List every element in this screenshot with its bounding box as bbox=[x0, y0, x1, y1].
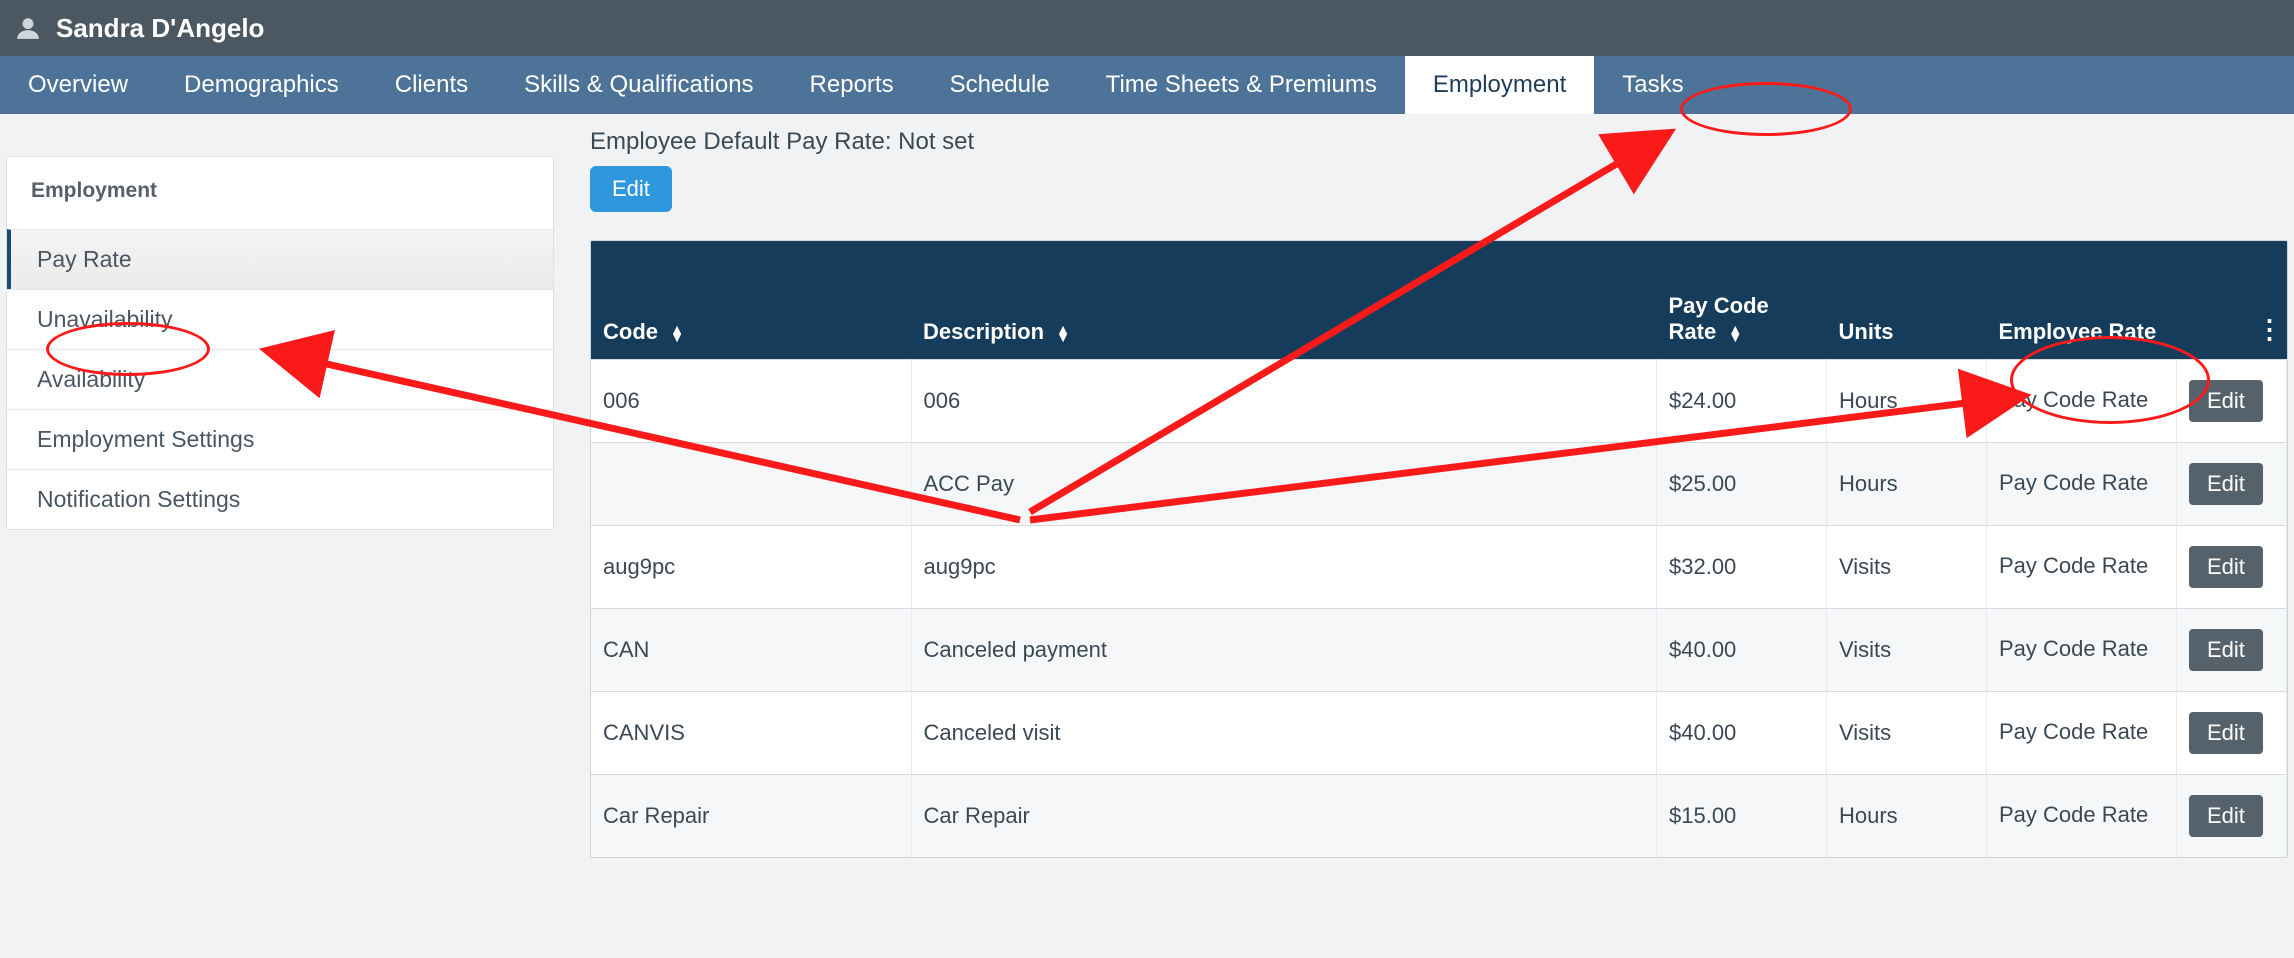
cell-code: 006 bbox=[591, 359, 911, 442]
tab-overview[interactable]: Overview bbox=[0, 56, 156, 114]
row-edit-button[interactable]: Edit bbox=[2189, 380, 2263, 422]
sidebar-item-unavailability[interactable]: Unavailability bbox=[7, 289, 553, 349]
edit-default-rate-button[interactable]: Edit bbox=[590, 166, 672, 212]
tab-demographics[interactable]: Demographics bbox=[156, 56, 367, 114]
cell-employee-rate: Pay Code Rate bbox=[1987, 359, 2177, 442]
cell-description: Car Repair bbox=[911, 774, 1657, 857]
cell-employee-rate: Pay Code Rate bbox=[1987, 691, 2177, 774]
cell-units: Hours bbox=[1827, 359, 1987, 442]
cell-code bbox=[591, 442, 911, 525]
cell-rate: $25.00 bbox=[1657, 442, 1827, 525]
row-edit-button[interactable]: Edit bbox=[2189, 546, 2263, 588]
sidebar-item-notification-settings[interactable]: Notification Settings bbox=[7, 469, 553, 529]
table-row: 006006$24.00HoursPay Code RateEdit bbox=[591, 359, 2287, 442]
cell-rate: $40.00 bbox=[1657, 608, 1827, 691]
cell-rate: $40.00 bbox=[1657, 691, 1827, 774]
col-employee-rate: Employee Rate bbox=[1987, 241, 2177, 359]
cell-code: Car Repair bbox=[591, 774, 911, 857]
user-name: Sandra D'Angelo bbox=[56, 13, 264, 44]
col-pay-code-rate[interactable]: Pay Code Rate ▲▼ bbox=[1657, 241, 1827, 359]
tab-tasks[interactable]: Tasks bbox=[1594, 56, 1711, 114]
tab-clients[interactable]: Clients bbox=[367, 56, 496, 114]
col-description[interactable]: Description ▲▼ bbox=[911, 241, 1657, 359]
user-icon bbox=[14, 14, 42, 42]
default-pay-rate-text: Employee Default Pay Rate: Not set bbox=[590, 128, 2288, 156]
cell-description: Canceled payment bbox=[911, 608, 1657, 691]
top-bar: Sandra D'Angelo bbox=[0, 0, 2294, 56]
row-edit-button[interactable]: Edit bbox=[2189, 463, 2263, 505]
tab-employment[interactable]: Employment bbox=[1405, 56, 1594, 114]
sidebar-item-pay-rate[interactable]: Pay Rate bbox=[7, 229, 553, 289]
cell-employee-rate: Pay Code Rate bbox=[1987, 608, 2177, 691]
cell-code: CANVIS bbox=[591, 691, 911, 774]
cell-action: Edit bbox=[2177, 359, 2287, 442]
sidebar-title: Employment bbox=[7, 157, 553, 229]
tab-skills-qualifications[interactable]: Skills & Qualifications bbox=[496, 56, 781, 114]
table-row: Car RepairCar Repair$15.00HoursPay Code … bbox=[591, 774, 2287, 857]
table-menu-icon[interactable]: ⋮ bbox=[2177, 241, 2287, 359]
cell-units: Visits bbox=[1827, 608, 1987, 691]
row-edit-button[interactable]: Edit bbox=[2189, 712, 2263, 754]
cell-employee-rate: Pay Code Rate bbox=[1987, 442, 2177, 525]
cell-action: Edit bbox=[2177, 774, 2287, 857]
tab-time-sheets-premiums[interactable]: Time Sheets & Premiums bbox=[1078, 56, 1405, 114]
cell-units: Hours bbox=[1827, 774, 1987, 857]
cell-units: Visits bbox=[1827, 525, 1987, 608]
cell-rate: $32.00 bbox=[1657, 525, 1827, 608]
cell-description: 006 bbox=[911, 359, 1657, 442]
sort-icon: ▲▼ bbox=[1056, 325, 1070, 341]
pay-rate-table: Code ▲▼ Description ▲▼ Pay Code Rate ▲▼ … bbox=[591, 241, 2287, 857]
cell-action: Edit bbox=[2177, 608, 2287, 691]
sidebar-item-employment-settings[interactable]: Employment Settings bbox=[7, 409, 553, 469]
cell-rate: $15.00 bbox=[1657, 774, 1827, 857]
cell-code: aug9pc bbox=[591, 525, 911, 608]
col-code[interactable]: Code ▲▼ bbox=[591, 241, 911, 359]
sidebar-item-availability[interactable]: Availability bbox=[7, 349, 553, 409]
table-row: CANCanceled payment$40.00VisitsPay Code … bbox=[591, 608, 2287, 691]
cell-description: ACC Pay bbox=[911, 442, 1657, 525]
cell-action: Edit bbox=[2177, 525, 2287, 608]
table-row: CANVISCanceled visit$40.00VisitsPay Code… bbox=[591, 691, 2287, 774]
row-edit-button[interactable]: Edit bbox=[2189, 629, 2263, 671]
row-edit-button[interactable]: Edit bbox=[2189, 795, 2263, 837]
cell-description: Canceled visit bbox=[911, 691, 1657, 774]
cell-employee-rate: Pay Code Rate bbox=[1987, 525, 2177, 608]
cell-units: Visits bbox=[1827, 691, 1987, 774]
sort-icon: ▲▼ bbox=[670, 325, 684, 341]
cell-units: Hours bbox=[1827, 442, 1987, 525]
cell-action: Edit bbox=[2177, 691, 2287, 774]
nav-tabs: OverviewDemographicsClientsSkills & Qual… bbox=[0, 56, 2294, 114]
col-units: Units bbox=[1827, 241, 1987, 359]
sidebar: Employment Pay RateUnavailabilityAvailab… bbox=[6, 156, 554, 858]
table-row: ACC Pay$25.00HoursPay Code Rate Edit bbox=[591, 442, 2287, 525]
sort-icon: ▲▼ bbox=[1728, 325, 1742, 341]
table-row: aug9pcaug9pc$32.00VisitsPay Code RateEdi… bbox=[591, 525, 2287, 608]
cell-description: aug9pc bbox=[911, 525, 1657, 608]
cell-action: Edit bbox=[2177, 442, 2287, 525]
cell-code: CAN bbox=[591, 608, 911, 691]
cell-employee-rate: Pay Code Rate bbox=[1987, 774, 2177, 857]
main-content: Employee Default Pay Rate: Not set Edit … bbox=[590, 120, 2288, 858]
cell-rate: $24.00 bbox=[1657, 359, 1827, 442]
tab-schedule[interactable]: Schedule bbox=[922, 56, 1078, 114]
tab-reports[interactable]: Reports bbox=[782, 56, 922, 114]
